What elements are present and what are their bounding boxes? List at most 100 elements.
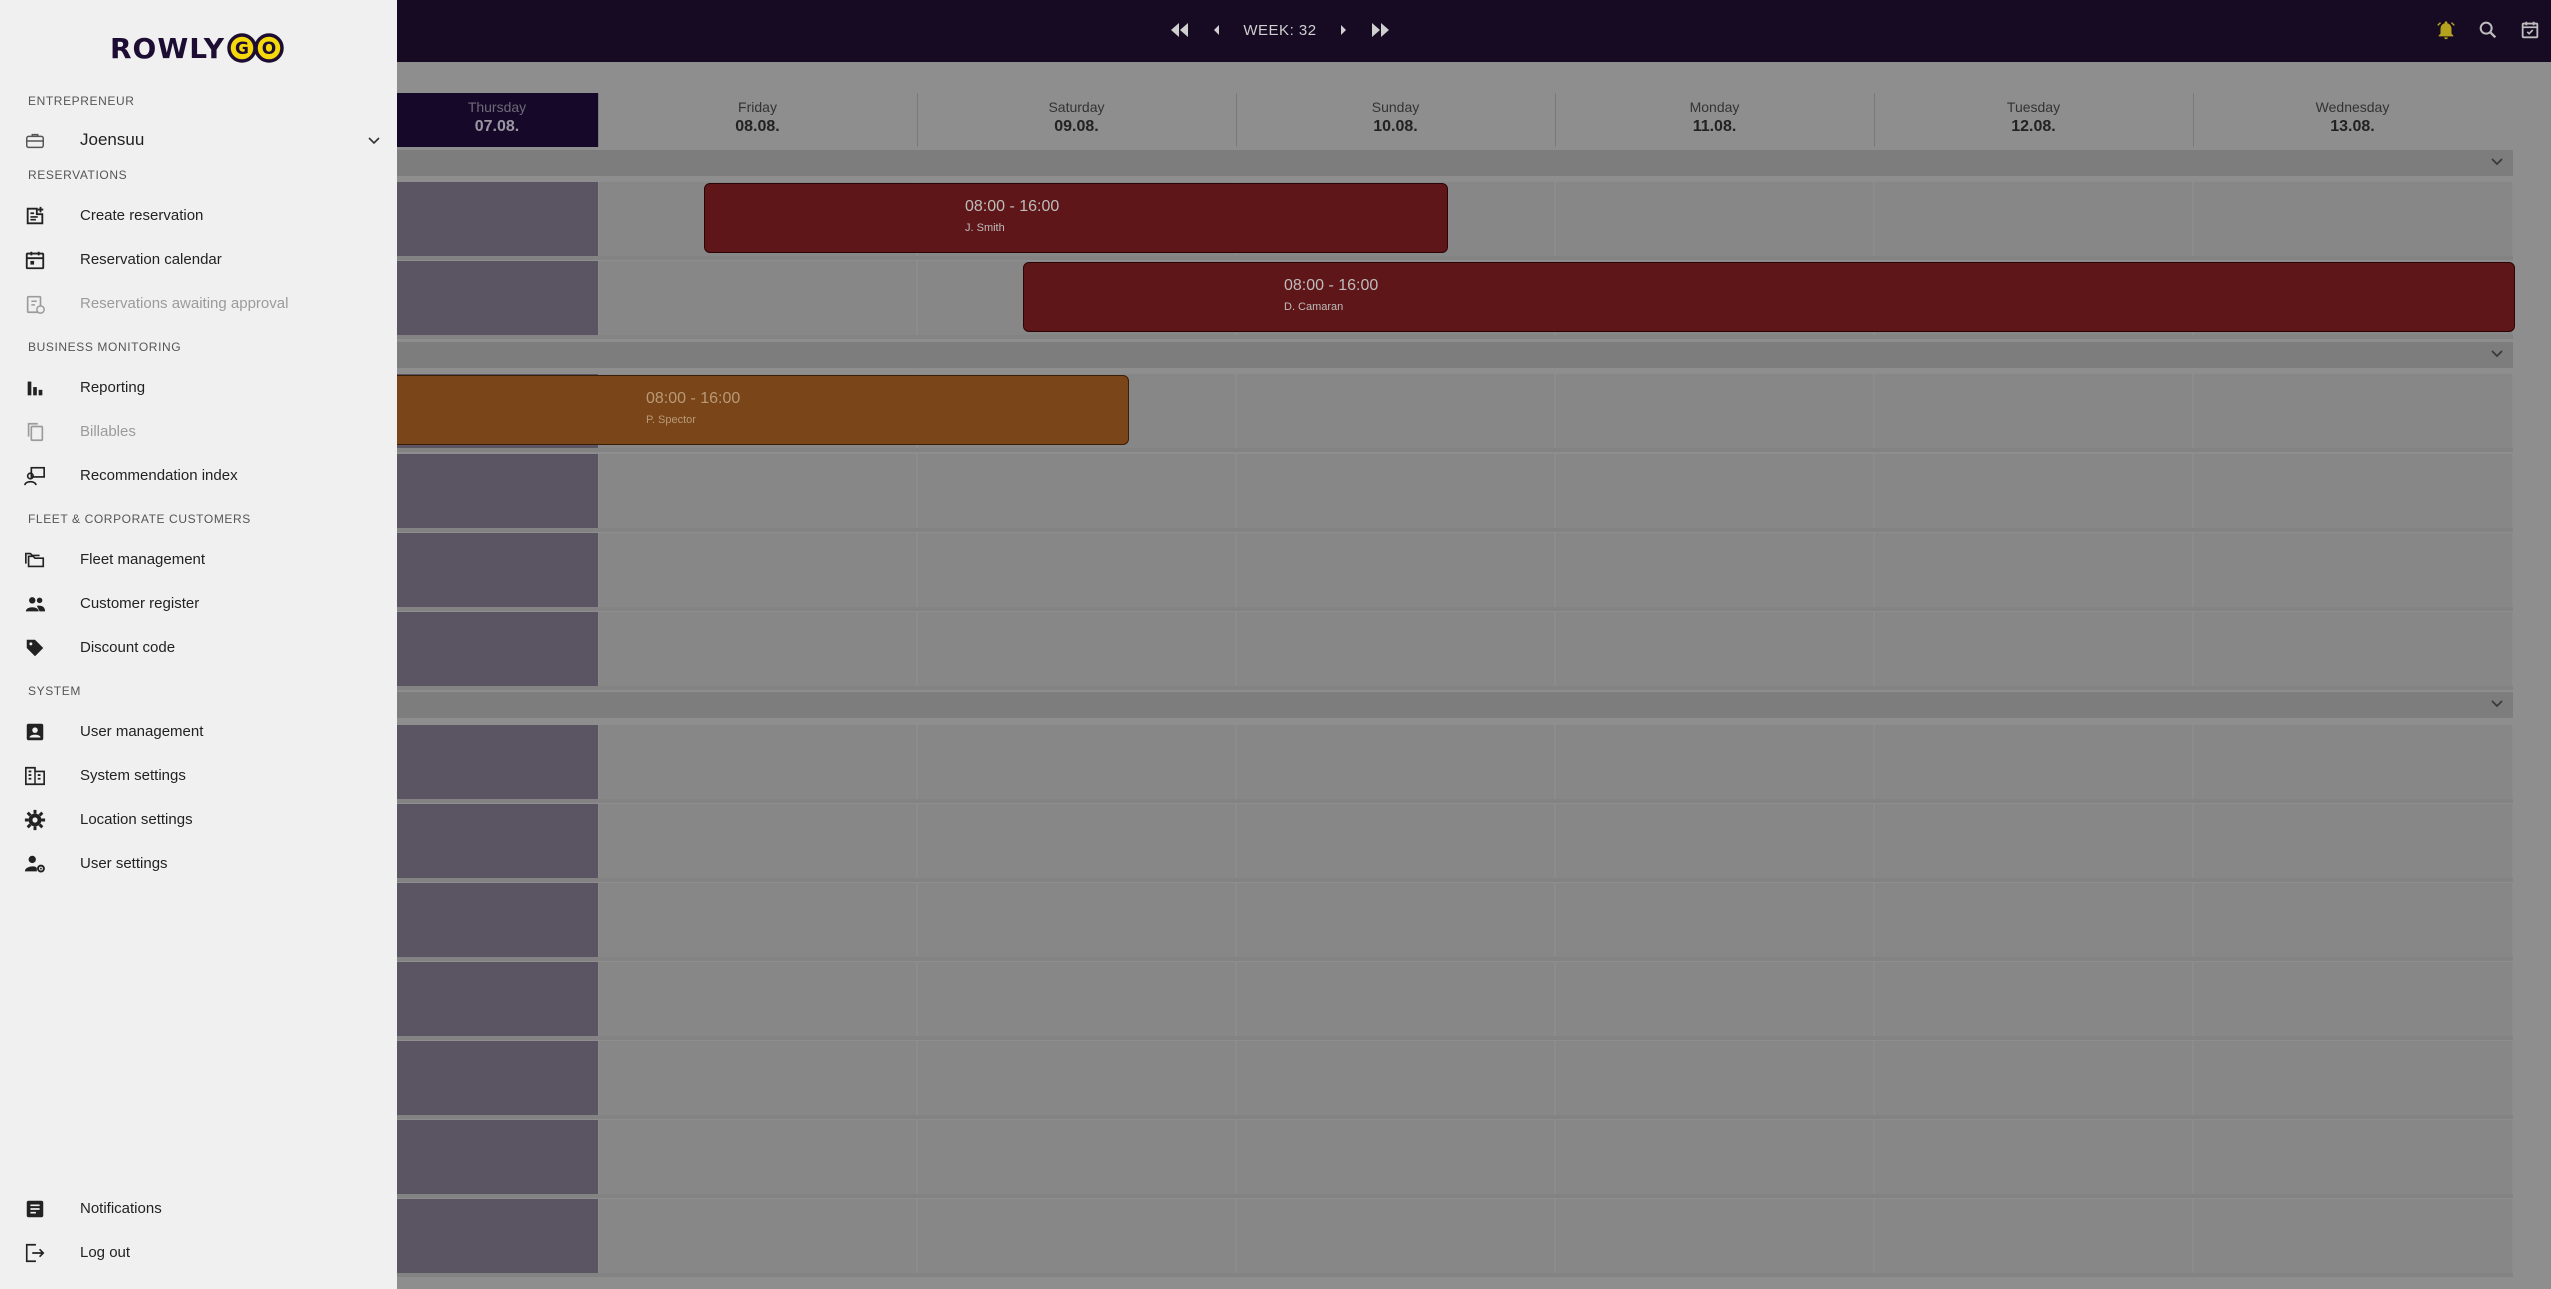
calendar-cell[interactable] bbox=[396, 612, 598, 686]
calendar-cell[interactable] bbox=[396, 454, 598, 528]
calendar-cell[interactable] bbox=[396, 533, 598, 607]
calendar-cell[interactable] bbox=[2194, 883, 2512, 957]
nav-fleet-management[interactable]: Fleet management bbox=[0, 539, 397, 579]
calendar-cell[interactable] bbox=[918, 1120, 1235, 1194]
calendar-cell[interactable] bbox=[2194, 1120, 2512, 1194]
calendar-cell[interactable] bbox=[1556, 533, 1873, 607]
calendar-cell[interactable] bbox=[918, 533, 1235, 607]
chevron-down-icon[interactable] bbox=[2489, 695, 2505, 716]
calendar-cell[interactable] bbox=[1875, 1120, 2192, 1194]
calendar-cell[interactable] bbox=[1556, 725, 1873, 799]
calendar-cell[interactable] bbox=[2194, 962, 2512, 1036]
chevron-down-icon[interactable] bbox=[2489, 153, 2505, 174]
calendar-cell[interactable] bbox=[1875, 1199, 2192, 1273]
calendar-cell[interactable] bbox=[1237, 883, 1554, 957]
calendar-cell[interactable] bbox=[396, 962, 598, 1036]
calendar-cell[interactable] bbox=[1556, 454, 1873, 528]
prev-week-icon[interactable] bbox=[1211, 23, 1221, 37]
next-week-icon[interactable] bbox=[1339, 23, 1349, 37]
day-header-sunday[interactable]: Sunday 10.08. bbox=[1236, 93, 1556, 147]
calendar-cell[interactable] bbox=[1875, 1041, 2192, 1115]
calendar-cell[interactable] bbox=[1237, 533, 1554, 607]
calendar-cell[interactable] bbox=[918, 804, 1235, 878]
entrepreneur-select[interactable]: Joensuu bbox=[0, 120, 397, 160]
calendar-cell[interactable] bbox=[2194, 1041, 2512, 1115]
last-week-icon[interactable] bbox=[1371, 23, 1391, 37]
calendar-cell[interactable] bbox=[1237, 454, 1554, 528]
calendar-cell[interactable] bbox=[599, 1199, 916, 1273]
calendar-cell[interactable] bbox=[1237, 804, 1554, 878]
calendar-cell[interactable] bbox=[2194, 1199, 2512, 1273]
day-header-thursday[interactable]: Thursday 07.08. bbox=[396, 93, 599, 147]
calendar-cell[interactable] bbox=[918, 454, 1235, 528]
day-header-monday[interactable]: Monday 11.08. bbox=[1555, 93, 1875, 147]
calendar-cell[interactable] bbox=[1237, 612, 1554, 686]
vehicle-group-header[interactable] bbox=[396, 342, 2513, 368]
nav-billables[interactable]: Billables bbox=[0, 411, 397, 451]
calendar-cell[interactable] bbox=[1237, 1199, 1554, 1273]
calendar-cell[interactable] bbox=[599, 533, 916, 607]
calendar-cell[interactable] bbox=[1556, 612, 1873, 686]
calendar-cell[interactable] bbox=[1875, 182, 2192, 256]
calendar-cell[interactable] bbox=[1556, 804, 1873, 878]
calendar-cell[interactable] bbox=[1556, 1120, 1873, 1194]
calendar-cell[interactable] bbox=[1237, 1120, 1554, 1194]
calendar-cell[interactable] bbox=[1556, 1041, 1873, 1115]
vehicle-group-header[interactable] bbox=[396, 692, 2513, 718]
calendar-cell[interactable] bbox=[396, 725, 598, 799]
nav-reservation-calendar[interactable]: Reservation calendar bbox=[0, 239, 397, 279]
chevron-down-icon[interactable] bbox=[2489, 345, 2505, 366]
calendar-cell[interactable] bbox=[396, 1041, 598, 1115]
calendar-icon[interactable] bbox=[2509, 9, 2551, 51]
calendar-cell[interactable] bbox=[1875, 883, 2192, 957]
calendar-cell[interactable] bbox=[599, 1041, 916, 1115]
first-week-icon[interactable] bbox=[1169, 23, 1189, 37]
calendar-cell[interactable] bbox=[396, 1120, 598, 1194]
calendar-cell[interactable] bbox=[918, 612, 1235, 686]
calendar-cell[interactable] bbox=[2194, 804, 2512, 878]
calendar-cell[interactable] bbox=[396, 883, 598, 957]
nav-discount-code[interactable]: Discount code bbox=[0, 627, 397, 667]
nav-log-out[interactable]: Log out bbox=[0, 1232, 397, 1272]
nav-user-management[interactable]: User management bbox=[0, 711, 397, 751]
day-header-friday[interactable]: Friday 08.08. bbox=[598, 93, 918, 147]
calendar-cell[interactable] bbox=[1875, 804, 2192, 878]
nav-location-settings[interactable]: Location settings bbox=[0, 799, 397, 839]
calendar-cell[interactable] bbox=[599, 612, 916, 686]
booking-block[interactable]: 08:00 - 16:00 D. Camaran bbox=[1023, 262, 2515, 332]
calendar-cell[interactable] bbox=[1556, 962, 1873, 1036]
calendar-cell[interactable] bbox=[396, 1199, 598, 1273]
calendar-cell[interactable] bbox=[2194, 374, 2512, 448]
day-header-tuesday[interactable]: Tuesday 12.08. bbox=[1874, 93, 2194, 147]
nav-reporting[interactable]: Reporting bbox=[0, 367, 397, 407]
calendar-cell[interactable] bbox=[918, 1041, 1235, 1115]
calendar-cell[interactable] bbox=[1556, 182, 1873, 256]
calendar-cell[interactable] bbox=[1875, 612, 2192, 686]
calendar-cell[interactable] bbox=[396, 804, 598, 878]
calendar-cell[interactable] bbox=[599, 962, 916, 1036]
calendar-cell[interactable] bbox=[1556, 883, 1873, 957]
nav-reservations-awaiting-approval[interactable]: Reservations awaiting approval bbox=[0, 283, 397, 323]
calendar-cell[interactable] bbox=[918, 1199, 1235, 1273]
nav-create-reservation[interactable]: Create reservation bbox=[0, 195, 397, 235]
calendar-cell[interactable] bbox=[918, 883, 1235, 957]
nav-customer-register[interactable]: Customer register bbox=[0, 583, 397, 623]
booking-block[interactable]: 08:00 - 16:00 P. Spector bbox=[385, 375, 1129, 445]
calendar-cell[interactable] bbox=[1237, 725, 1554, 799]
bell-icon[interactable] bbox=[2425, 9, 2467, 51]
calendar-cell[interactable] bbox=[1875, 454, 2192, 528]
calendar-cell[interactable] bbox=[2194, 533, 2512, 607]
calendar-cell[interactable] bbox=[1237, 1041, 1554, 1115]
calendar-cell[interactable] bbox=[599, 883, 916, 957]
nav-user-settings[interactable]: User settings bbox=[0, 843, 397, 883]
nav-recommendation-index[interactable]: Recommendation index bbox=[0, 455, 397, 495]
calendar-cell[interactable] bbox=[599, 261, 916, 335]
calendar-cell[interactable] bbox=[2194, 612, 2512, 686]
calendar-cell[interactable] bbox=[2194, 725, 2512, 799]
calendar-cell[interactable] bbox=[918, 725, 1235, 799]
calendar-cell[interactable] bbox=[1237, 962, 1554, 1036]
calendar-cell[interactable] bbox=[396, 261, 598, 335]
day-header-saturday[interactable]: Saturday 09.08. bbox=[917, 93, 1237, 147]
calendar-cell[interactable] bbox=[1875, 533, 2192, 607]
calendar-cell[interactable] bbox=[1875, 962, 2192, 1036]
